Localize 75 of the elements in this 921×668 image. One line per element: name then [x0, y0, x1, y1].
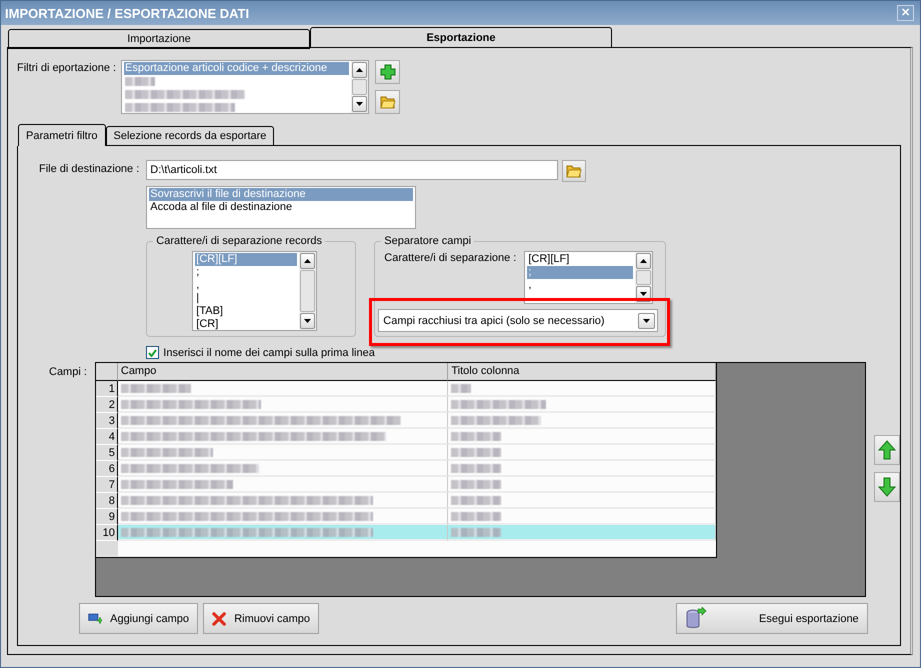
row-number: 1	[96, 381, 118, 397]
list-box[interactable]: [CR][LF] ; , | [TAB] [CR]	[192, 251, 318, 331]
tab[interactable]: Parametri filtro	[18, 124, 106, 146]
plus-icon	[380, 64, 396, 80]
folder-icon	[380, 95, 396, 109]
move-up-button[interactable]	[874, 435, 900, 465]
fields-label: Campi :	[49, 365, 87, 378]
destination-label: File di destinazione :	[39, 162, 140, 175]
list-item[interactable]: |	[195, 292, 298, 305]
column-header: Titolo colonna	[448, 363, 716, 381]
header-checkbox[interactable]: Inserisci il nome dei campi sulla prima linea	[146, 346, 666, 359]
group-title: Carattere/i di separazione records	[155, 235, 323, 247]
tab[interactable]: Esportazione	[310, 27, 612, 47]
redacted-text	[451, 480, 502, 488]
down-arrow-icon	[643, 318, 650, 322]
tab[interactable]: Selezione records da esportare	[106, 126, 274, 146]
row-number: 3	[96, 413, 118, 429]
down-arrow-icon	[356, 102, 364, 106]
scrollbar[interactable]	[299, 252, 316, 330]
up-arrow-icon	[356, 68, 364, 72]
list-item[interactable]: [TAB]	[195, 305, 298, 318]
remove-field-button[interactable]: Rimuovi campo	[203, 603, 319, 634]
scrollbar[interactable]	[635, 252, 652, 303]
row-number: 9	[96, 509, 118, 525]
up-arrow-icon	[878, 440, 896, 460]
checkmark-icon	[148, 348, 158, 356]
list-item[interactable]: [CR]	[195, 318, 298, 330]
row-number: 4	[96, 429, 118, 445]
row-number: 2	[96, 397, 118, 413]
down-arrow-icon	[878, 477, 896, 497]
down-arrow-icon	[304, 319, 312, 323]
database-export-icon	[685, 606, 707, 630]
separator-label: Carattere/i di separazione :	[384, 251, 516, 264]
window-title: IMPORTAZIONE / ESPORTAZIONE DATI	[5, 6, 250, 20]
row-number: 10	[96, 525, 118, 541]
list-item[interactable]: Accoda al file di destinazione	[149, 201, 414, 214]
up-arrow-icon	[640, 259, 648, 263]
add-field-button[interactable]: Aggiungi campo	[79, 603, 198, 634]
corner-cell	[96, 363, 118, 381]
row-number: 5	[96, 445, 118, 461]
move-down-button[interactable]	[874, 472, 900, 502]
checkbox-label: Inserisci il nome dei campi sulla prima linea	[163, 346, 375, 358]
column-header: Campo	[118, 363, 448, 381]
row-number: 7	[96, 477, 118, 493]
add-filter-button[interactable]	[375, 60, 400, 84]
list-box[interactable]: [CR][LF] ; ,	[524, 251, 654, 304]
filters-label: Filtri di eportazione :	[17, 61, 116, 74]
scrollbar[interactable]	[351, 61, 368, 113]
redacted-text	[451, 384, 472, 392]
redacted-text	[125, 77, 156, 86]
list-item[interactable]: ;	[195, 266, 298, 279]
row-number: 6	[96, 461, 118, 477]
list-item[interactable]: [CR][LF]	[527, 253, 634, 266]
row-number: 8	[96, 493, 118, 509]
group-title: Separatore campi	[383, 235, 472, 247]
redacted-text	[451, 432, 502, 440]
redacted-text	[451, 496, 502, 504]
redacted-text	[451, 464, 502, 472]
checkbox[interactable]	[146, 346, 160, 359]
quoting-dropdown[interactable]: Campi racchiusi tra apici (solo se necessario)	[378, 309, 658, 332]
up-arrow-icon	[304, 259, 312, 263]
down-arrow-icon	[640, 292, 648, 296]
browse-button[interactable]	[562, 160, 586, 182]
run-export-button[interactable]: Esegui esportazione	[676, 603, 868, 634]
tab[interactable]: Importazione	[8, 29, 310, 49]
redacted-text	[451, 528, 502, 536]
redacted-text	[451, 448, 502, 456]
redacted-text	[451, 512, 502, 520]
list-box[interactable]: Sovrascrivi il file di destinazione Accoda al file di destinazione	[146, 186, 416, 229]
folder-icon	[566, 164, 582, 178]
redacted-text	[120, 384, 191, 392]
destination-field[interactable]: D:\t\articoli.txt	[146, 160, 558, 180]
list-item[interactable]: ,	[527, 279, 634, 292]
list-item[interactable]: ,	[195, 279, 298, 292]
open-filter-button[interactable]	[375, 90, 400, 114]
